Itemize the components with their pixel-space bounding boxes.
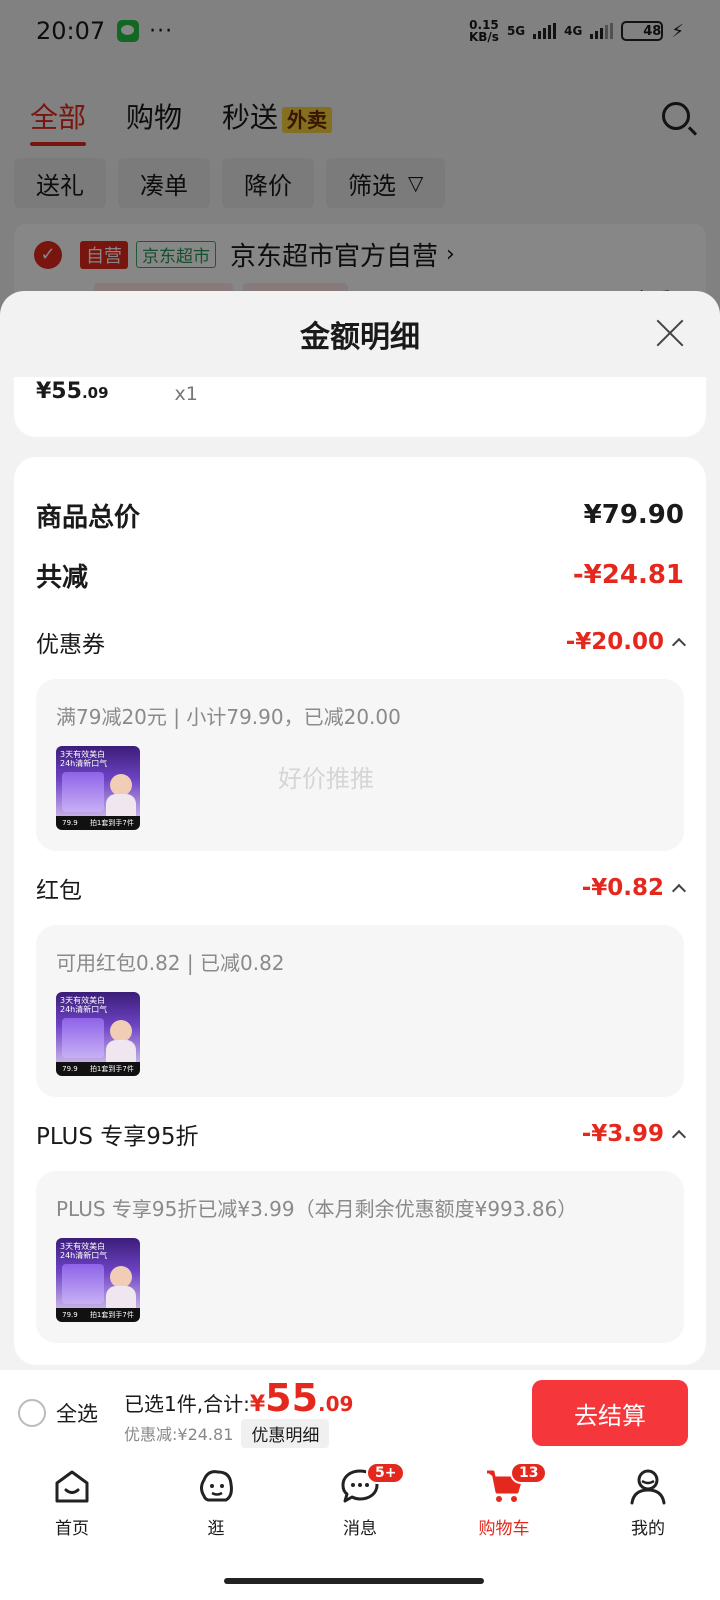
total-amount-integer: 55 xyxy=(265,1375,319,1420)
item-price: ¥55.09 xyxy=(36,379,109,404)
select-all-checkbox[interactable] xyxy=(18,1399,46,1427)
home-icon xyxy=(55,1470,89,1503)
nav-home[interactable]: 首页 xyxy=(22,1464,122,1600)
plus-discount-row[interactable]: PLUS 专享95折 -¥3.99 xyxy=(36,1103,687,1165)
plus-discount-detail-box: PLUS 专享95折已减¥3.99（本月剩余优惠额度¥993.86） 3天有效美… xyxy=(36,1171,684,1343)
sheet-title: 金额明细 xyxy=(300,320,420,355)
watermark-text: 好价推推 xyxy=(278,765,374,793)
nav-profile[interactable]: 我的 xyxy=(598,1464,698,1600)
checkout-bar: 全选 已选1件,合计: ¥ 55 .09 优惠减:¥24.81 优惠明细 去结算 xyxy=(0,1370,720,1456)
discount-summary: 优惠减:¥24.81 xyxy=(124,1425,234,1444)
goods-total-row: 商品总价 ¥79.90 xyxy=(36,485,684,545)
discount-detail-button[interactable]: 优惠明细 xyxy=(241,1418,330,1448)
select-all-label[interactable]: 全选 xyxy=(56,1398,98,1428)
close-icon[interactable] xyxy=(656,319,684,347)
total-reduction-label: 共减 xyxy=(36,562,89,593)
item-quantity: x1 xyxy=(174,383,198,405)
chevron-up-icon xyxy=(671,883,687,899)
order-summary: 已选1件,合计: ¥ 55 .09 优惠减:¥24.81 优惠明细 xyxy=(124,1379,353,1448)
sheet-header: 金额明细 xyxy=(0,291,720,377)
total-reduction-row: 共减 -¥24.81 xyxy=(36,545,684,605)
amount-detail-sheet: 金额明细 ¥55.09 x1 商品总价 ¥79.90 共减 -¥24.81 优惠… xyxy=(0,291,720,1401)
chevron-up-icon xyxy=(671,637,687,653)
home-indicator[interactable] xyxy=(224,1578,484,1584)
total-reduction-value: -¥24.81 xyxy=(572,560,684,590)
plus-discount-detail-text: PLUS 专享95折已减¥3.99（本月剩余优惠额度¥993.86） xyxy=(56,1197,578,1221)
total-amount-decimal: .09 xyxy=(318,1391,354,1416)
product-thumbnail[interactable]: 3天有效美白 24h清新口气 79.9 拍1套到手7件 xyxy=(56,746,140,830)
product-thumbnail[interactable]: 3天有效美白 24h清新口气 79.9 拍1套到手7件 xyxy=(56,1238,140,1322)
coupon-row[interactable]: 优惠券 -¥20.00 xyxy=(36,611,687,673)
plus-discount-value: -¥3.99 xyxy=(582,1121,687,1147)
profile-icon xyxy=(630,1469,666,1505)
cart-badge: 13 xyxy=(510,1462,548,1484)
message-badge: 5+ xyxy=(366,1462,406,1484)
summary-prefix: 已选1件,合计: xyxy=(124,1391,250,1416)
red-packet-detail-text: 可用红包0.82 | 已减0.82 xyxy=(56,951,285,975)
currency-symbol: ¥ xyxy=(249,1391,266,1417)
goods-total-label: 商品总价 xyxy=(36,502,141,533)
red-packet-label: 红包 xyxy=(36,878,82,904)
coupon-detail-box: 满79减20元 | 小计79.90，已减20.00 3天有效美白 24h清新口气 … xyxy=(36,679,684,851)
red-packet-value: -¥0.82 xyxy=(582,875,687,901)
plus-discount-label: PLUS 专享95折 xyxy=(36,1124,199,1150)
red-packet-detail-box: 可用红包0.82 | 已减0.82 3天有效美白 24h清新口气 79.9 拍1套到… xyxy=(36,925,684,1097)
red-packet-row[interactable]: 红包 -¥0.82 xyxy=(36,857,687,919)
discover-icon xyxy=(200,1470,233,1502)
goods-total-value: ¥79.90 xyxy=(583,500,684,530)
coupon-detail-text: 满79减20元 | 小计79.90，已减20.00 xyxy=(56,705,401,729)
chevron-up-icon xyxy=(671,1129,687,1145)
item-card: ¥55.09 x1 xyxy=(14,377,706,437)
price-breakdown-card: 商品总价 ¥79.90 共减 -¥24.81 优惠券 -¥20.00 满79减2… xyxy=(14,457,706,1365)
product-thumbnail[interactable]: 3天有效美白 24h清新口气 79.9 拍1套到手7件 xyxy=(56,992,140,1076)
coupon-value: -¥20.00 xyxy=(566,629,687,655)
coupon-label: 优惠券 xyxy=(36,632,105,658)
checkout-button[interactable]: 去结算 xyxy=(532,1380,688,1446)
